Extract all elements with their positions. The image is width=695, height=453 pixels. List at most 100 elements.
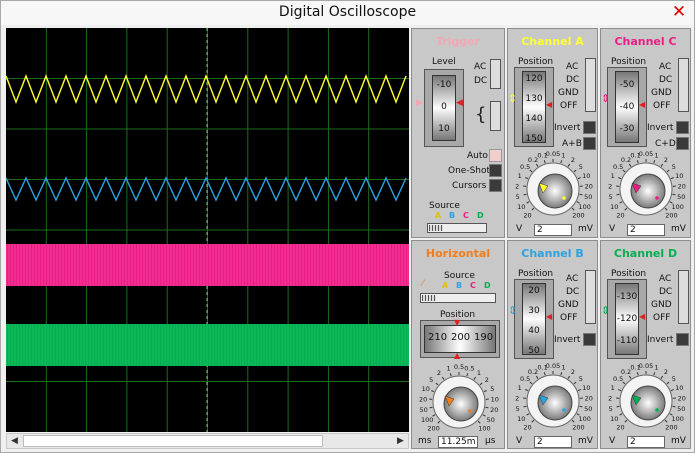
ch-c-volts-knob[interactable]: 20 10 5 2 1 0.5 0.2 0.1 0.05 1 2 5 10 20 50 100 200 [601, 149, 691, 227]
scroll-right-icon[interactable]: ▶ [394, 435, 407, 447]
ch-d-volts-knob[interactable]: 20 10 5 2 1 0.5 0.2 0.1 0.05 1 2 5 10 20 50 100 200 [601, 361, 691, 439]
hsrc-a: A [442, 281, 449, 290]
ch-b-position-scale[interactable]: 20 30 40 50 [522, 283, 546, 356]
knob-dot [562, 196, 566, 200]
timebase-field[interactable]: 11.25m [438, 436, 478, 448]
horizontal-source-slider[interactable] [420, 293, 496, 303]
knob-tick [429, 406, 433, 409]
ch-a-unit-right: mV [578, 224, 593, 234]
knob-scale-label: 1 [611, 384, 615, 392]
horizontal-unit-left: ms [418, 436, 432, 446]
knob-tick [573, 169, 577, 173]
ch-c-title: Channel C [614, 35, 677, 48]
trigger-ac-label: AC [474, 62, 487, 72]
horizontal-position-scale[interactable]: 210 200 190 [424, 325, 496, 353]
knob-scale-label: 20 [585, 394, 593, 402]
ch-a-invert-button[interactable] [583, 121, 596, 134]
knob-tick [479, 382, 483, 386]
hpos-tick: 200 [451, 332, 471, 343]
knob-tick [535, 163, 539, 167]
close-icon[interactable]: ✕ [668, 2, 690, 22]
ch-b-coupling-switch[interactable] [585, 270, 596, 324]
knob-tick [543, 160, 546, 164]
knob-tick [473, 376, 477, 380]
ch-a-volts-field[interactable]: 2 [534, 224, 572, 236]
ch-b-tick: 50 [528, 346, 540, 356]
knob-scale-label: 2 [664, 156, 668, 164]
knob-dot [655, 196, 659, 200]
knob-scale-label: 1 [654, 364, 658, 372]
ch-b-volts-field[interactable]: 2 [534, 436, 572, 448]
knob-tick [628, 375, 632, 379]
one-shot-button[interactable] [489, 164, 502, 177]
edge-switch[interactable] [490, 101, 501, 131]
ramp-icon: ⁄ [422, 279, 424, 289]
ch-d-dc-label: DC [659, 287, 673, 297]
horizontal-panel: Horizontal Source ⁄ A B C D Position 210… [411, 240, 505, 449]
coupling-switch[interactable] [490, 59, 501, 89]
knob-scale-label: 0.05 [546, 362, 560, 370]
knob-tick [619, 413, 623, 416]
ch-a-arrow-icon: ⇕ [508, 92, 518, 105]
knob-tick [441, 376, 445, 380]
trigger-source-slider[interactable] [427, 223, 487, 233]
ch-d-unit-right: mV [671, 436, 686, 446]
knob-tick [543, 372, 546, 376]
knob-scale-label: 1 [518, 384, 522, 392]
knob-scale-label: 10 [422, 385, 430, 393]
horizontal-unit-right: μs [485, 436, 496, 446]
ch-a-coupling-switch[interactable] [585, 58, 596, 112]
ch-d-coupling-switch[interactable] [678, 270, 689, 324]
ch-a-combine-label: A+B [562, 139, 582, 149]
knob-tick [636, 160, 639, 164]
ch-d-volts-field[interactable]: 2 [627, 436, 665, 448]
scroll-thumb[interactable] [23, 435, 323, 447]
knob-tick [616, 405, 620, 408]
cursors-button[interactable] [489, 179, 502, 192]
ch-b-volts-knob[interactable]: 20 10 5 2 1 0.5 0.2 0.1 0.05 1 2 5 10 20 50 100 200 [508, 361, 598, 439]
knob-tick [525, 177, 529, 180]
knob-scale-label: 20 [678, 182, 686, 190]
knob-scale-label: 100 [421, 416, 433, 424]
knob-scale-label: 1 [611, 172, 615, 180]
title-bar: Digital Oscilloscope ✕ [1, 1, 694, 25]
knob-scale-label: 2 [515, 182, 519, 190]
horizontal-source-label: Source [444, 271, 475, 281]
knob-scale-label: 2 [437, 369, 441, 377]
ch-d-ac-label: AC [659, 274, 672, 284]
ch-b-tick: 40 [528, 326, 540, 336]
ch-a-title: Channel A [521, 35, 584, 48]
auto-button[interactable] [489, 149, 502, 162]
level-tick: -10 [436, 80, 452, 90]
time-knob[interactable]: 200 100 50 20 10 5 2 1 0.5 0.5 1 2 5 10 20 50 100 [414, 362, 504, 440]
ch-c-invert-button[interactable] [676, 121, 689, 134]
horizontal-scrollbar[interactable]: ◀ ▶ [6, 433, 409, 449]
ch-b-invert-button[interactable] [583, 333, 596, 346]
ch-c-volts-field[interactable]: 2 [627, 224, 665, 236]
ch-c-position-scale[interactable]: -50 -40 -30 [615, 71, 639, 143]
ch-c-coupling-switch[interactable] [678, 58, 689, 112]
ch-a-volts-knob[interactable]: 20 10 5 2 1 0.5 0.2 0.1 0.05 1 2 5 10 20 50 100 200 [508, 149, 598, 227]
ch-d-invert-button[interactable] [676, 333, 689, 346]
ch-d-off-label: OFF [653, 313, 671, 323]
knob-scale-label: 50 [584, 193, 592, 201]
knob-tick [672, 193, 676, 196]
ch-a-position-scale[interactable]: 120 130 140 150 [522, 71, 546, 144]
ch-b-position-label: Position [518, 269, 554, 279]
ch-d-tick: -130 [616, 292, 638, 302]
channel-b-panel: Channel B Position 20 30 40 50 ⇕ ◀ AC DC GN… [507, 240, 598, 449]
ch-d-position-label: Position [611, 269, 647, 279]
ch-a-gnd-label: GND [558, 88, 579, 98]
ch-b-dc-label: DC [566, 287, 580, 297]
ch-d-position-scale[interactable]: -130 -120 -110 [615, 283, 639, 355]
level-scale[interactable]: -10 0 10 [432, 75, 456, 141]
knob-tick [531, 419, 535, 423]
src-a: A [435, 211, 442, 220]
knob-tick [485, 406, 489, 409]
scroll-left-icon[interactable]: ◀ [8, 435, 21, 447]
level-tick: 0 [441, 102, 447, 112]
knob-tick [483, 390, 487, 393]
level-marker-icon: ◀ [456, 98, 463, 108]
knob-scale-label: 0.5 [464, 365, 474, 373]
knob-scale-label: 200 [665, 211, 677, 219]
